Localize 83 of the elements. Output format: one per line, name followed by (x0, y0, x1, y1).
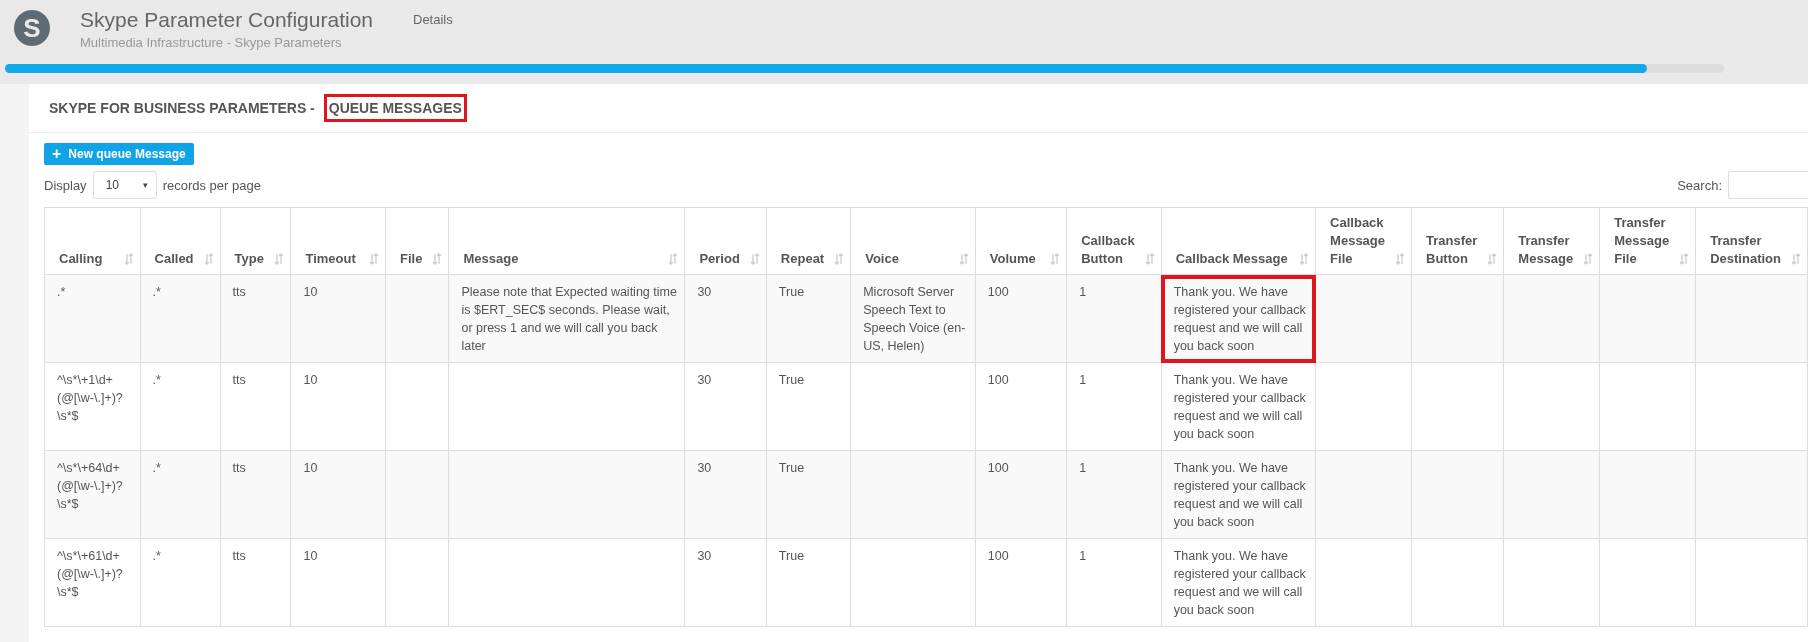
column-header[interactable]: Callback Message (1161, 207, 1316, 275)
table-cell: Thank you. We have registered your callback request and we will call you back soon (1161, 450, 1316, 539)
column-header[interactable]: Transfer Button (1411, 207, 1504, 275)
records-label: records per page (162, 177, 261, 193)
sort-icon[interactable] (203, 253, 214, 265)
column-header[interactable]: Period (684, 207, 767, 275)
table-cell: True (766, 362, 851, 451)
table-cell: 30 (684, 450, 767, 539)
table-cell: 1 (1066, 450, 1162, 539)
table-cell: 10 (291, 362, 386, 451)
table-cell: tts (220, 362, 291, 451)
table-cell: ^\s*\+1\d+(@[\w-\.]+)?\s*$ (44, 362, 141, 451)
table-cell: 1 (1066, 362, 1162, 451)
table-cell: 1 (1066, 538, 1162, 627)
sort-icon[interactable] (432, 253, 443, 265)
table-cell: tts (220, 450, 291, 539)
column-header[interactable]: File (385, 207, 449, 275)
table-cell: .* (140, 274, 221, 363)
table-cell: 100 (975, 450, 1067, 539)
logo-icon: S (14, 10, 50, 46)
table-cell: .* (140, 362, 221, 451)
sort-icon[interactable] (1679, 253, 1690, 265)
table-cell: Thank you. We have registered your callback request and we will call you back soon (1161, 362, 1316, 451)
sort-icon[interactable] (668, 253, 679, 265)
panel-title: QUEUE MESSAGES (323, 94, 467, 122)
table-cell: .* (140, 450, 221, 539)
column-header[interactable]: Message (448, 207, 685, 275)
column-header[interactable]: Callback Message File (1315, 207, 1412, 275)
search-field[interactable] (1728, 171, 1808, 199)
table-cell: 30 (684, 538, 767, 627)
sort-icon[interactable] (958, 253, 969, 265)
column-header[interactable]: Called (140, 207, 221, 275)
nav-link[interactable]: Details (413, 12, 453, 27)
table-cell: True (766, 450, 851, 539)
sort-icon[interactable] (1050, 253, 1061, 265)
app-title: Skype Parameter Configuration (80, 8, 373, 32)
table-cell: ^\s*\+64\d+(@[\w-\.]+)?\s*$ (44, 450, 141, 539)
sort-icon[interactable] (1299, 253, 1310, 265)
panel-title: SKYPE FOR BUSINESS PARAMETERS - (48, 99, 316, 118)
table-cell: Thank you. We have registered your callback request and we will call you back soon (1161, 274, 1316, 363)
column-header[interactable]: Volume (975, 207, 1067, 275)
sort-icon[interactable] (1583, 253, 1594, 265)
sort-icon[interactable] (1395, 253, 1405, 265)
table-cell: 100 (975, 362, 1067, 451)
sort-icon[interactable] (1487, 253, 1498, 265)
display-label: Display (44, 177, 87, 193)
column-header[interactable]: Transfer Destination (1695, 207, 1808, 275)
page-size-select[interactable]: 10 ▾ (92, 171, 157, 199)
table-cell: 10 (291, 538, 386, 627)
sort-icon[interactable] (1144, 253, 1155, 265)
column-header[interactable]: Type (220, 207, 291, 275)
column-header[interactable]: Repeat (766, 207, 851, 275)
table-cell: tts (220, 274, 291, 363)
sort-icon[interactable] (749, 253, 760, 265)
search-label: Search: (1677, 177, 1722, 193)
column-header[interactable]: Transfer Message File (1599, 207, 1696, 275)
table-cell: 1 (1066, 274, 1162, 363)
column-header[interactable]: Timeout (291, 207, 386, 275)
table-cell: True (766, 538, 851, 627)
column-header[interactable]: Callback Button (1066, 207, 1162, 275)
table-cell: True (766, 274, 851, 363)
column-header[interactable]: Calling (44, 207, 141, 275)
sort-icon[interactable] (123, 253, 134, 265)
sort-icon[interactable] (274, 253, 285, 265)
table-cell: Please note that Expected waiting time is $ERT_SEC$ seconds. Please wait, or press 1 and we will call you back later (448, 274, 685, 363)
table-cell: 10 (291, 274, 386, 363)
column-header[interactable]: Voice (850, 207, 976, 275)
table-cell: .* (44, 274, 141, 363)
table-cell: 100 (975, 274, 1067, 363)
app-subtitle: Multimedia Infrastructure - Skype Parameters (80, 35, 343, 50)
table-cell: 10 (291, 450, 386, 539)
column-header[interactable]: Transfer Message (1503, 207, 1600, 275)
table-cell: 30 (684, 362, 767, 451)
table-cell: ^\s*\+61\d+(@[\w-\.]+)?\s*$ (44, 538, 141, 627)
table-cell: .* (140, 538, 221, 627)
table-cell: Thank you. We have registered your callback request and we will call you back soon (1161, 538, 1316, 627)
sort-icon[interactable] (834, 253, 845, 265)
table-cell: Microsoft Server Speech Text to Speech Voice (en-US, Helen) (850, 274, 976, 363)
sort-icon[interactable] (1791, 253, 1801, 265)
table-cell: 30 (684, 274, 767, 363)
sort-icon[interactable] (369, 253, 380, 265)
table-cell: 100 (975, 538, 1067, 627)
table-cell: tts (220, 538, 291, 627)
